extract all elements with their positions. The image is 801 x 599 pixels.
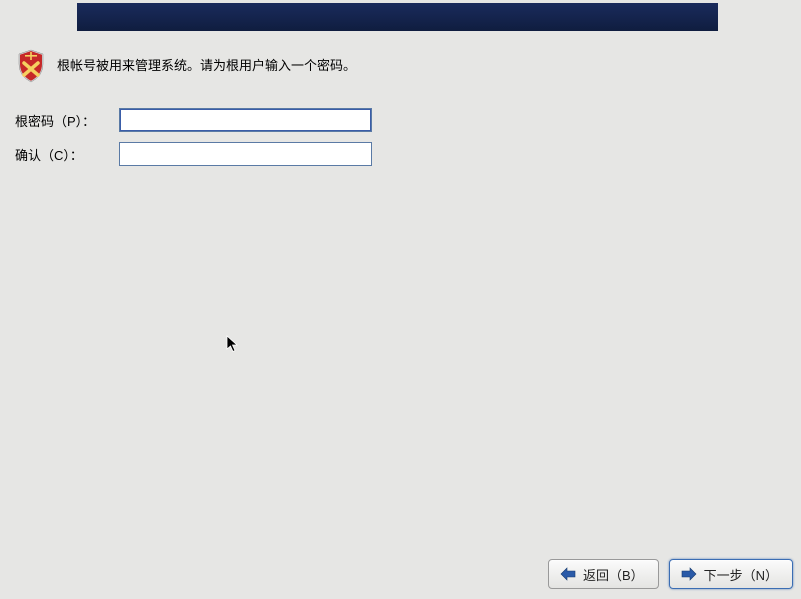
confirm-label: 确认（C）：	[15, 145, 119, 164]
button-bar: 返回（B） 下一步（N）	[548, 559, 793, 589]
confirm-password-input[interactable]	[119, 142, 372, 166]
cursor-icon	[226, 335, 240, 353]
shield-icon	[15, 48, 47, 84]
intro-text: 根帐号被用来管理系统。请为根用户输入一个密码。	[57, 56, 356, 76]
root-password-input[interactable]	[119, 108, 372, 132]
confirm-row: 确认（C）：	[15, 142, 786, 166]
back-button[interactable]: 返回（B）	[548, 559, 659, 589]
intro-row: 根帐号被用来管理系统。请为根用户输入一个密码。	[15, 48, 786, 84]
content-area: 根帐号被用来管理系统。请为根用户输入一个密码。 根密码（P）： 确认（C）：	[15, 48, 786, 176]
next-button-label: 下一步（N）	[704, 565, 778, 584]
password-label: 根密码（P）：	[15, 111, 119, 130]
back-button-label: 返回（B）	[583, 565, 644, 584]
arrow-left-icon	[559, 567, 577, 581]
title-bar	[77, 3, 718, 31]
arrow-right-icon	[680, 567, 698, 581]
next-button[interactable]: 下一步（N）	[669, 559, 793, 589]
password-row: 根密码（P）：	[15, 108, 786, 132]
